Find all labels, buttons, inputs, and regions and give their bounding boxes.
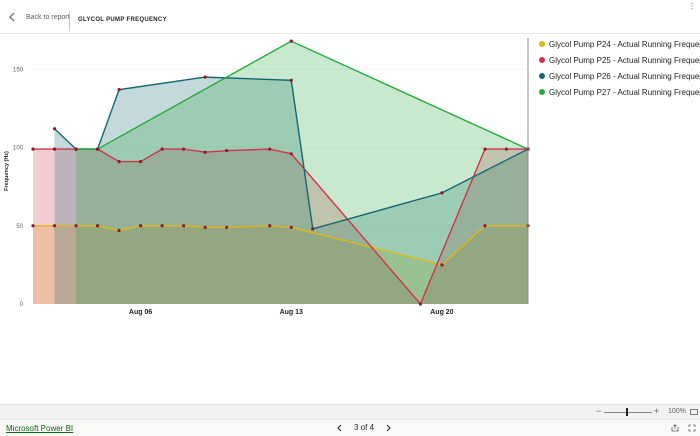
data-point xyxy=(95,147,100,151)
data-point xyxy=(52,127,57,131)
fit-to-page-icon[interactable] xyxy=(690,408,698,416)
y-tick-label: 150 xyxy=(13,67,24,73)
data-point xyxy=(225,225,229,229)
data-point xyxy=(139,160,143,164)
power-bi-footer: Microsoft Power BI 3 of 4 xyxy=(0,419,700,436)
report-header: Back to report GLYCOL PUMP FREQUENCY xyxy=(0,0,700,34)
data-point xyxy=(95,224,100,228)
zoom-status-bar: − + 100% xyxy=(0,404,700,419)
zoom-slider[interactable] xyxy=(604,412,652,413)
data-point xyxy=(160,147,164,151)
y-tick-label: 100 xyxy=(13,146,24,152)
more-options-icon[interactable] xyxy=(688,2,696,10)
chart-areas xyxy=(33,41,529,305)
data-point xyxy=(31,224,35,228)
y-axis-title: Frequency (Hz) xyxy=(4,151,10,191)
legend-marker xyxy=(539,41,545,47)
y-tick-label: 0 xyxy=(20,302,24,308)
data-point xyxy=(74,147,78,151)
legend-label: Glycol Pump P24 - Actual Running Frequen… xyxy=(549,39,700,49)
data-point xyxy=(289,152,293,156)
series-area-4 xyxy=(76,41,528,305)
data-point xyxy=(52,224,57,228)
data-point xyxy=(160,224,164,228)
data-point xyxy=(483,224,487,228)
data-point xyxy=(483,147,487,151)
legend-marker xyxy=(539,73,545,79)
data-point xyxy=(440,191,444,195)
chevron-left-icon xyxy=(9,12,15,22)
x-tick-label: Aug 06 xyxy=(129,309,152,316)
page-indicator: 3 of 4 xyxy=(354,423,375,432)
data-point xyxy=(117,88,121,92)
data-point xyxy=(74,224,78,228)
data-point xyxy=(117,228,121,233)
page-navigator: 3 of 4 xyxy=(336,423,392,432)
back-label: Back to report xyxy=(26,13,70,21)
data-point xyxy=(289,39,293,43)
frequency-area-chart[interactable]: 0 50 100 150 Aug 06 Aug 13 Aug 20 Frequency (Hz… xyxy=(0,34,535,334)
data-point xyxy=(117,160,121,164)
data-point xyxy=(289,78,293,82)
header-divider xyxy=(69,11,70,31)
zoom-level: 100% xyxy=(668,408,686,415)
next-page-icon[interactable] xyxy=(384,424,392,432)
legend-marker xyxy=(539,57,545,63)
fullscreen-icon[interactable] xyxy=(688,424,696,432)
data-point xyxy=(203,150,207,154)
previous-page-icon[interactable] xyxy=(336,424,344,432)
x-tick-label: Aug 13 xyxy=(280,309,303,316)
legend-item-1[interactable]: Glycol Pump P24 - Actual Running Frequen… xyxy=(539,36,700,52)
data-point xyxy=(225,149,229,153)
share-icon[interactable] xyxy=(671,424,679,432)
report-canvas: 0 50 100 150 Aug 06 Aug 13 Aug 20 Frequency (Hz… xyxy=(0,34,700,404)
legend-item-2[interactable]: Glycol Pump P25 - Actual Running Frequen… xyxy=(539,52,700,68)
legend-marker xyxy=(539,89,545,95)
zoom-out-button[interactable]: − xyxy=(596,406,601,416)
data-point xyxy=(203,225,207,229)
data-point xyxy=(311,227,315,231)
data-point xyxy=(268,147,272,151)
legend-label: Glycol Pump P25 - Actual Running Frequen… xyxy=(549,55,700,65)
chart-legend: Glycol Pump P24 - Actual Running Frequen… xyxy=(539,36,700,100)
data-point xyxy=(52,147,57,151)
data-point xyxy=(203,75,207,79)
page-title: GLYCOL PUMP FREQUENCY xyxy=(78,17,167,23)
y-tick-label: 50 xyxy=(16,224,23,230)
back-to-report-button[interactable]: Back to report xyxy=(8,12,70,22)
data-point xyxy=(139,224,143,228)
data-point xyxy=(182,224,186,228)
data-point xyxy=(289,225,293,229)
legend-item-4[interactable]: Glycol Pump P27 - Actual Running Frequen… xyxy=(539,84,700,100)
data-point xyxy=(268,224,272,228)
data-point xyxy=(182,147,186,151)
zoom-in-button[interactable]: + xyxy=(654,406,659,416)
x-tick-label: Aug 20 xyxy=(430,309,453,316)
legend-label: Glycol Pump P27 - Actual Running Frequen… xyxy=(549,87,700,97)
data-point xyxy=(418,302,422,306)
data-point xyxy=(31,147,35,151)
power-bi-link[interactable]: Microsoft Power BI xyxy=(6,424,73,433)
data-point xyxy=(504,147,509,151)
data-point xyxy=(440,263,444,267)
legend-label: Glycol Pump P26 - Actual Running Frequen… xyxy=(549,71,700,81)
zoom-slider-thumb[interactable] xyxy=(626,408,628,416)
legend-item-3[interactable]: Glycol Pump P26 - Actual Running Frequen… xyxy=(539,68,700,84)
